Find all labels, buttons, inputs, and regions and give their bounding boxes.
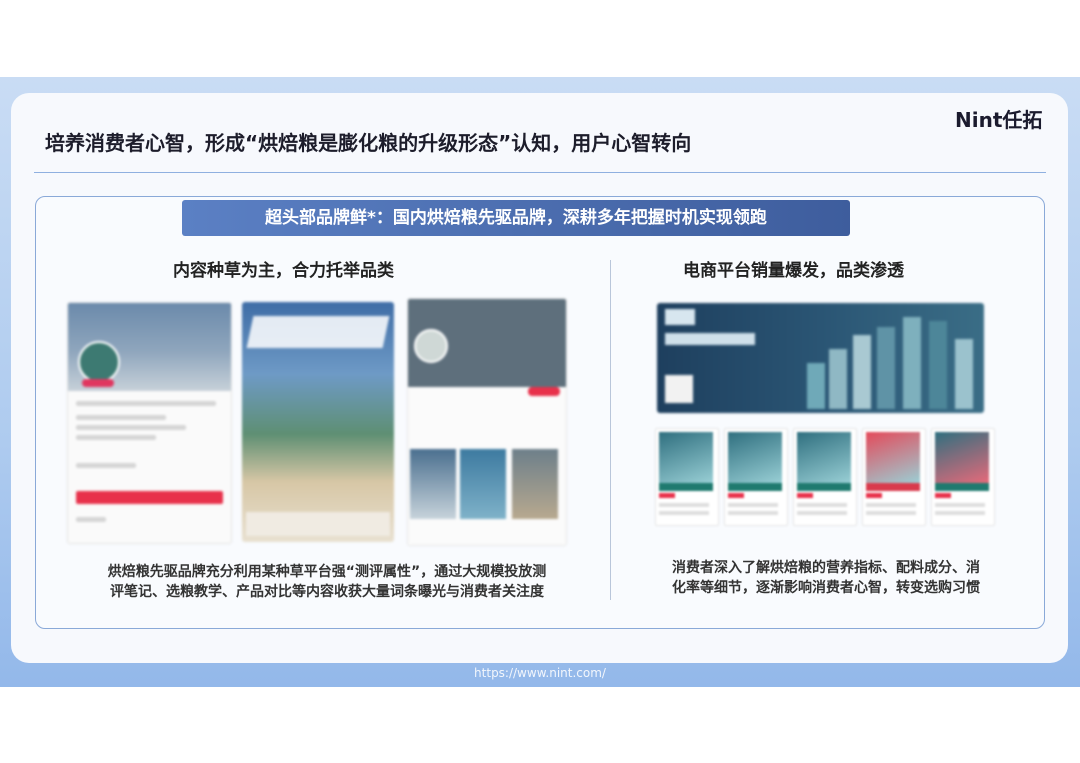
left-heading: 内容种草为主，合力托举品类 [173,261,394,281]
product-card [655,428,719,526]
product-card [793,428,857,526]
footer-url[interactable]: https://www.nint.com/ [0,666,1080,680]
right-heading: 电商平台销量爆发，品类渗透 [683,261,904,281]
product-card [862,428,926,526]
title-divider [34,172,1046,173]
banner-headline: 超头部品牌鲜*：国内烘焙粮先驱品牌，深耕多年把握时机实现领跑 [182,200,850,236]
left-description: 烘焙粮先驱品牌充分利用某种草平台强“测评属性”，通过大规模投放测 评笔记、选粮教… [107,564,547,600]
ecommerce-banner-image [657,303,984,413]
nint-logo: Nint任拓 [955,108,1043,132]
right-description: 消费者深入了解烘焙粮的营养指标、配料成分、消 化率等细节，逐渐影响消费者心智，转… [672,560,980,596]
app-screenshot-feed [407,298,567,546]
app-screenshot-profile [67,302,232,544]
product-card [724,428,788,526]
product-card [931,428,995,526]
app-screenshot-cover-note [242,302,394,542]
column-divider [610,260,611,600]
page-title: 培养消费者心智，形成“烘焙粮是膨化粮的升级形态”认知，用户心智转向 [45,131,692,155]
